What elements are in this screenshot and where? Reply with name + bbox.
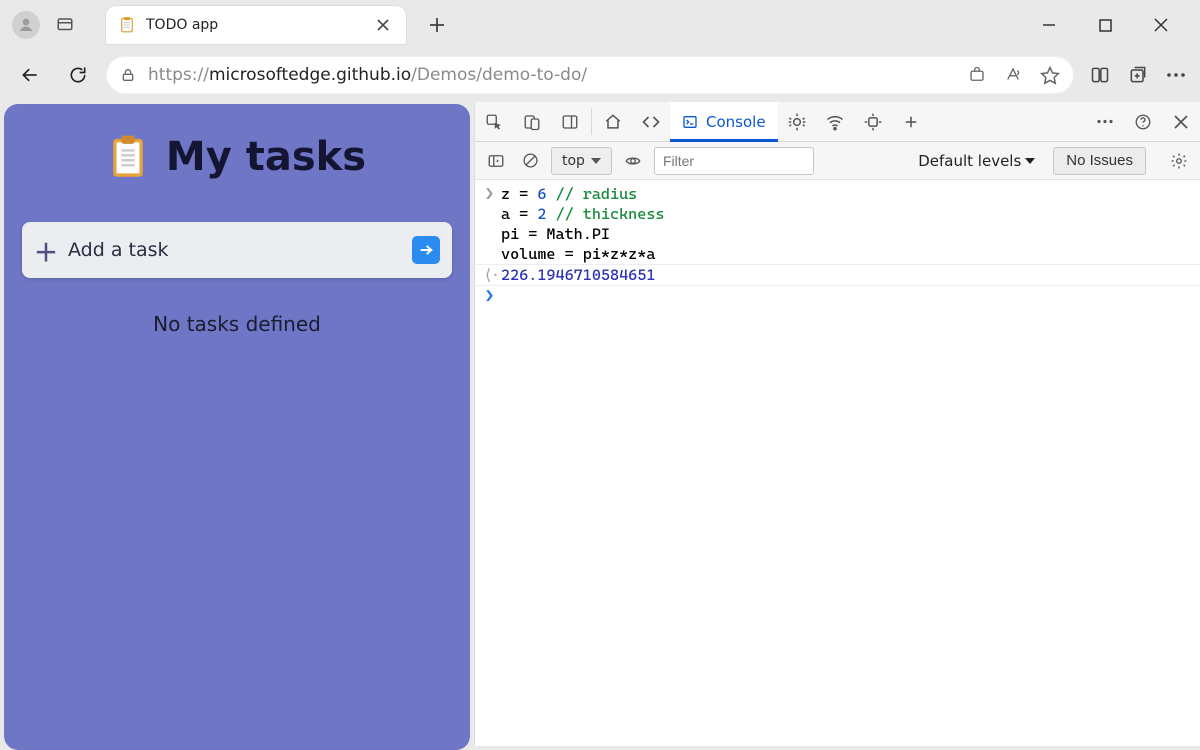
add-task-placeholder: Add a task: [68, 239, 412, 261]
split-screen-icon[interactable]: [1090, 65, 1110, 85]
log-levels-selector[interactable]: Default levels: [918, 152, 1035, 170]
clear-console-icon[interactable]: [517, 148, 543, 174]
read-aloud-icon[interactable]: [1004, 66, 1022, 84]
plus-icon: ＋: [34, 233, 58, 268]
console-input-line: ❯ z = 6 // radius: [475, 184, 1200, 204]
shopping-icon[interactable]: [968, 66, 986, 84]
performance-tab-icon[interactable]: [854, 102, 892, 141]
window-controls: [1032, 8, 1194, 42]
console-toolbar: top Default levels No Issues: [475, 142, 1200, 180]
console-input-line: a = 2 // thickness: [475, 204, 1200, 224]
devtools-help-icon[interactable]: [1124, 102, 1162, 141]
issues-button[interactable]: No Issues: [1053, 147, 1146, 175]
console-tab[interactable]: Console: [670, 102, 778, 141]
output-chevron-icon: ⟨·: [485, 266, 501, 284]
devtools-more-icon[interactable]: [1086, 102, 1124, 141]
inspect-element-icon[interactable]: [475, 102, 513, 141]
console-tab-label: Console: [706, 113, 766, 131]
more-tabs-icon[interactable]: [892, 102, 930, 141]
close-tab-icon[interactable]: [370, 12, 396, 38]
browser-tab[interactable]: TODO app: [106, 6, 406, 44]
network-tab-icon[interactable]: [816, 102, 854, 141]
close-window-button[interactable]: [1144, 8, 1178, 42]
new-tab-button[interactable]: [420, 8, 454, 42]
devtools-tabstrip: Console: [475, 102, 1200, 142]
titlebar: TODO app: [0, 0, 1200, 50]
submit-task-button[interactable]: [412, 236, 440, 264]
maximize-button[interactable]: [1088, 8, 1122, 42]
context-selector[interactable]: top: [551, 147, 612, 175]
sources-tab-icon[interactable]: [778, 102, 816, 141]
back-button[interactable]: [10, 55, 50, 95]
add-task-card[interactable]: ＋ Add a task: [22, 222, 452, 278]
welcome-tab-icon[interactable]: [594, 102, 632, 141]
address-bar[interactable]: https://microsoftedge.github.io/Demos/de…: [106, 56, 1074, 94]
clipboard-icon: [108, 134, 148, 180]
more-icon[interactable]: [1166, 72, 1186, 78]
lock-icon[interactable]: [120, 67, 136, 83]
url-text: https://microsoftedge.github.io/Demos/de…: [148, 65, 587, 85]
elements-tab-icon[interactable]: [632, 102, 670, 141]
devtools-close-icon[interactable]: [1162, 102, 1200, 141]
console-settings-icon[interactable]: [1166, 148, 1192, 174]
console-input-line: pi = Math.PI: [475, 224, 1200, 244]
minimize-button[interactable]: [1032, 8, 1066, 42]
live-expression-icon[interactable]: [620, 148, 646, 174]
favorite-icon[interactable]: [1040, 65, 1060, 85]
console-output-line: ⟨· 226.1946710584651: [475, 264, 1200, 286]
device-emulation-icon[interactable]: [513, 102, 551, 141]
nav-toolbar: https://microsoftedge.github.io/Demos/de…: [0, 50, 1200, 100]
console-output[interactable]: ❯ z = 6 // radius a = 2 // thickness pi …: [475, 180, 1200, 746]
todo-app-page: My tasks ＋ Add a task No tasks defined: [4, 104, 470, 750]
filter-input[interactable]: [654, 147, 814, 175]
clipboard-icon: [118, 16, 136, 34]
input-chevron-icon: ❯: [485, 185, 501, 203]
console-prompt-line[interactable]: ❯: [475, 286, 1200, 306]
prompt-chevron-icon: ❯: [485, 287, 501, 305]
page-title: My tasks: [166, 134, 366, 180]
devtools-panel: Console top Default levels No: [474, 102, 1200, 746]
collections-icon[interactable]: [1128, 65, 1148, 85]
empty-state-text: No tasks defined: [153, 312, 321, 336]
refresh-button[interactable]: [58, 55, 98, 95]
console-input-line: volume = pi*z*z*a: [475, 244, 1200, 264]
tab-title: TODO app: [146, 17, 370, 33]
workspaces-icon[interactable]: [48, 8, 82, 42]
toggle-sidebar-icon[interactable]: [483, 148, 509, 174]
dock-side-icon[interactable]: [551, 102, 589, 141]
profile-avatar[interactable]: [12, 11, 40, 39]
